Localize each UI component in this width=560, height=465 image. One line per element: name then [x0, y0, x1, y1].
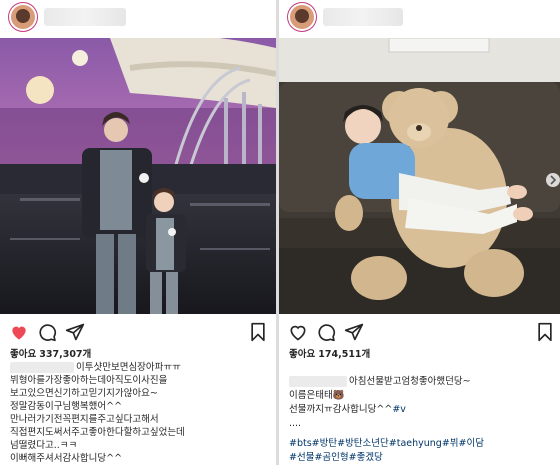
- caption-line: 이뻐해주셔서감사합니당^^: [10, 453, 123, 464]
- likes-count[interactable]: 좋아요 337,307개: [10, 346, 91, 360]
- caption-line: 이름은태태🐻: [289, 390, 345, 401]
- heart-icon[interactable]: [9, 322, 29, 342]
- hashtag-link[interactable]: #v: [392, 404, 406, 415]
- left-post: 좋아요 337,307개 이투샷만보면심장아파ㅠㅠ 뷔형아를가장좋아하는데아직도…: [0, 0, 276, 465]
- caption-line: 아침선물받고엄청좋아했던당~: [289, 375, 471, 388]
- likes-label: 좋아요: [10, 349, 37, 360]
- blurred-username[interactable]: [10, 362, 74, 373]
- likes-count[interactable]: 좋아요 174,511개: [289, 346, 370, 360]
- teddy-bear-photo: [279, 38, 560, 314]
- action-bar: [279, 318, 560, 344]
- blurred-username[interactable]: [289, 376, 347, 387]
- blurred-username[interactable]: [323, 8, 403, 26]
- stage-photo: [0, 38, 276, 314]
- likes-label: 좋아요: [289, 349, 316, 360]
- caption-line: 넘떨렸다고..ㅋㅋ: [10, 440, 78, 451]
- chevron-right-icon[interactable]: [546, 172, 560, 188]
- heart-icon[interactable]: [288, 322, 308, 342]
- caption-line: 만나러가기전꼭편지를주고싶다고해서: [10, 414, 159, 425]
- right-post: 좋아요 174,511개 아침선물받고엄청좋아했던당~ 이름은태태🐻 선물까지ㅠ…: [279, 0, 560, 465]
- caption-text: 아침선물받고엄청좋아했던당~: [349, 376, 471, 387]
- caption-text: 선물까지ㅠ감사합니당^^: [289, 404, 393, 415]
- caption-line: 직접편지도써서주고좋아한다할하고싶었는데: [10, 427, 185, 438]
- caption-text: 이투샷만보면심장아파ㅠㅠ: [76, 362, 181, 373]
- hashtags-line[interactable]: #선물#곰인형#좋겠당: [289, 451, 383, 464]
- caption-line: 선물까지ㅠ감사합니당^^#v: [289, 403, 406, 416]
- avatar[interactable]: [11, 5, 35, 29]
- avatar[interactable]: [290, 5, 314, 29]
- hashtags-line[interactable]: #bts#방탄#방탄소년단#taehyung#뷔#이담: [289, 437, 484, 450]
- share-icon[interactable]: [65, 322, 85, 342]
- comment-icon[interactable]: [37, 322, 57, 342]
- post-photo[interactable]: [0, 38, 276, 314]
- comment-icon[interactable]: [316, 322, 336, 342]
- action-bar: [0, 318, 276, 344]
- share-icon[interactable]: [344, 322, 364, 342]
- post-header: [0, 0, 276, 35]
- caption-dots: ....: [289, 418, 302, 429]
- post-header: [279, 0, 560, 35]
- bookmark-icon[interactable]: [248, 322, 268, 342]
- likes-number: 174,511개: [318, 349, 371, 360]
- caption-line: 뷔형아를가장좋아하는데아직도이사진을: [10, 375, 168, 386]
- bookmark-icon[interactable]: [535, 322, 555, 342]
- post-photo[interactable]: [279, 38, 560, 314]
- caption-line: 정말감동이구님행복했어^^: [10, 401, 123, 412]
- caption-line: 보고있으면신기하고믿기지가않아요~: [10, 388, 158, 399]
- blurred-username[interactable]: [44, 8, 126, 26]
- caption-line: 이투샷만보면심장아파ㅠㅠ: [10, 361, 181, 374]
- likes-number: 337,307개: [39, 349, 92, 360]
